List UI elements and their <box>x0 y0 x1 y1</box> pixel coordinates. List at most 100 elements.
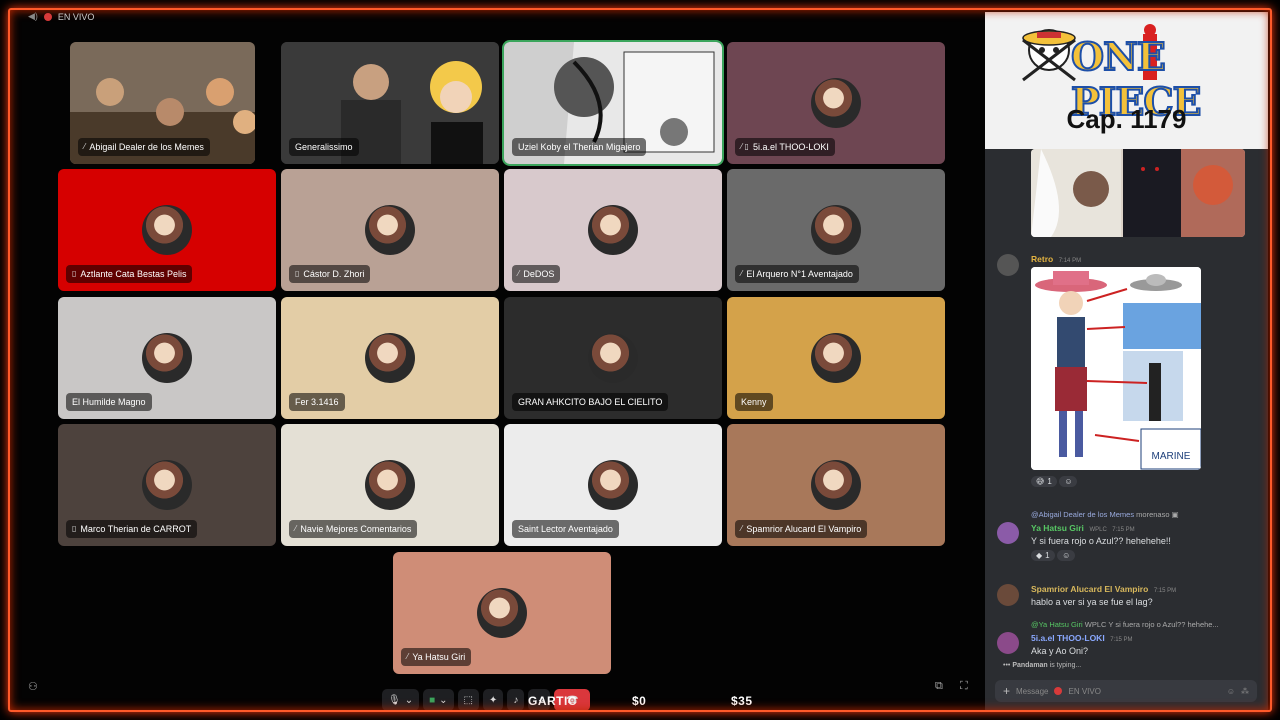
avatar[interactable] <box>997 632 1019 654</box>
message-text: hablo a ver si ya se fue el lag? <box>1031 597 1153 607</box>
popout-icon[interactable]: ⧉ <box>935 680 943 693</box>
add-reaction-button[interactable]: ☺ <box>1057 550 1076 561</box>
microphone-icon: 🎙 <box>388 694 401 706</box>
participant-tile[interactable]: Fer 3.1416 <box>281 297 499 419</box>
muted-icon: ⁄ <box>407 652 409 661</box>
muted-icon: ⁄ <box>84 142 86 151</box>
reaction-pill[interactable]: ◆ 1 <box>1031 550 1055 561</box>
reply-text: morenaso <box>1136 510 1170 519</box>
attached-image[interactable]: MARINE <box>1031 267 1201 470</box>
avatar[interactable] <box>997 254 1019 276</box>
avatar[interactable] <box>997 522 1019 544</box>
ticker-amount-2: $35 <box>731 694 753 708</box>
participant-avatar <box>588 205 638 255</box>
participant-name: Saint Lector Aventajado <box>518 524 613 534</box>
participant-name-tag: ▯ Cástor D. Zhori <box>289 265 371 283</box>
participant-name-tag: GRAN AHKCITO BAJO EL CIELITO <box>512 393 669 411</box>
add-reaction-button[interactable]: ☺ <box>1059 476 1078 487</box>
message-text: Aka y Ao Oni? <box>1031 646 1089 656</box>
muted-icon: ⁄ <box>741 524 743 533</box>
live-dot-icon <box>43 12 52 21</box>
message-author[interactable]: Spamrior Alucard El Vampiro <box>1031 584 1148 594</box>
participant-tile[interactable]: ▯ Marco Therian de CARROT <box>58 424 276 546</box>
manga-image[interactable] <box>1031 149 1245 237</box>
reply-mention: @Ya Hatsu Giri <box>1031 620 1083 629</box>
live-label: EN VIVO <box>57 11 95 22</box>
participant-tile[interactable]: ⁄ ▯ 5i.a.el THOO-LOKI <box>727 42 945 164</box>
emoji-picker-icon[interactable]: ☺ <box>1227 687 1235 696</box>
call-stage: ⁄ Abigail Dealer de los Memes Generalissim… <box>10 12 985 711</box>
participant-tile[interactable]: Saint Lector Aventajado <box>504 424 722 546</box>
participant-tile[interactable]: ⁄ Navie Mejores Comentarios <box>281 424 499 546</box>
camera-button[interactable]: ■ ⌄ <box>423 689 454 711</box>
avatar[interactable] <box>997 584 1019 606</box>
typing-user: Pandaman <box>1012 662 1048 669</box>
activities-button[interactable]: ✦ <box>482 689 504 711</box>
participant-name: Spamrior Alucard El Vampiro <box>746 524 862 534</box>
live-indicator: ◀) EN VIVO <box>28 11 94 22</box>
reaction-count: 1 <box>1047 477 1052 486</box>
soundboard-button[interactable]: ♪ <box>507 689 525 711</box>
message-input[interactable]: + Message EN VIVO ☺ ⁂ <box>995 680 1257 702</box>
participant-name-tag: ⁄ Spamrior Alucard El Vampiro <box>735 520 868 538</box>
participant-avatar <box>142 460 192 510</box>
ticker-game: GARTIC <box>528 694 577 708</box>
reply-preview[interactable]: @Abigail Dealer de los Memes morenaso ▣ <box>1031 510 1179 519</box>
muted-icon: ⁄ <box>741 269 743 278</box>
participant-tile[interactable]: El Humilde Magno <box>58 297 276 419</box>
participant-tile[interactable]: ▯ Cástor D. Zhori <box>281 169 499 291</box>
ticker-amount-1: $0 <box>632 694 647 708</box>
phone-icon: ▯ <box>72 269 77 278</box>
message-author[interactable]: Ya Hatsu Giri <box>1031 523 1084 533</box>
reaction-count: 1 <box>1045 551 1050 560</box>
participant-tile[interactable]: GRAN AHKCITO BAJO EL CIELITO <box>504 297 722 419</box>
participant-tile[interactable]: ⁄ Abigail Dealer de los Memes <box>70 42 255 164</box>
participant-tile[interactable]: ▯ Aztlante Cata Bestas Pelis <box>58 169 276 291</box>
emoji-icon: ◆ <box>1036 551 1043 560</box>
participant-tile[interactable]: ⁄ Ya Hatsu Giri <box>393 552 611 674</box>
microphone-button[interactable]: 🎙 ⌄ <box>382 689 420 711</box>
reply-preview[interactable]: @Ya Hatsu Giri WPLC Y si fuera rojo o Az… <box>1031 620 1219 629</box>
participant-tile[interactable]: Uziel Koby el Therian Migajero <box>502 40 724 166</box>
camera-icon: ■ <box>429 694 436 706</box>
message-placeholder: Message <box>1016 686 1049 696</box>
reply-text: Y si fuera rojo o Azul?? hehehe... <box>1108 620 1219 629</box>
participant-tile[interactable]: Generalissimo <box>281 42 499 164</box>
participant-name: Abigail Dealer de los Memes <box>89 142 204 152</box>
chevron-down-icon[interactable]: ⌄ <box>439 695 447 706</box>
participant-name: Aztlante Cata Bestas Pelis <box>80 269 187 279</box>
participant-name-tag: Generalissimo <box>289 138 359 156</box>
participant-avatar <box>365 460 415 510</box>
participant-name-tag: ⁄ DeDOS <box>512 265 561 283</box>
message-author[interactable]: Retro <box>1031 254 1053 264</box>
participant-name-tag: ⁄ Navie Mejores Comentarios <box>289 520 418 538</box>
chapter-label: Cap. 1179 <box>1066 104 1187 134</box>
participant-name-tag: ▯ Aztlante Cata Bestas Pelis <box>66 265 193 283</box>
participant-avatar <box>477 588 527 638</box>
reply-tag: WPLC <box>1084 620 1107 629</box>
participant-avatar <box>588 333 638 383</box>
reaction-pill[interactable]: 😅 1 <box>1031 476 1057 487</box>
chevron-down-icon[interactable]: ⌄ <box>405 695 413 706</box>
image-icon: ▣ <box>1171 510 1179 519</box>
participant-name-tag: ⁄ Abigail Dealer de los Memes <box>78 138 210 156</box>
participant-name: Generalissimo <box>295 142 353 152</box>
participant-name: GRAN AHKCITO BAJO EL CIELITO <box>518 397 663 407</box>
message-time: 7:14 PM <box>1058 258 1082 264</box>
phone-icon: ▯ <box>72 524 77 533</box>
share-screen-button[interactable]: ⬚ <box>457 689 479 711</box>
one-piece-overlay: ONE PIECE Cap. 1179 <box>985 12 1268 149</box>
role-tag: WPLC <box>1089 527 1107 533</box>
add-attachment-icon[interactable]: + <box>1003 684 1010 698</box>
participant-tile[interactable]: ⁄ DeDOS <box>504 169 722 291</box>
speaker-icon: ◀) <box>28 11 38 21</box>
apps-icon[interactable]: ⁂ <box>1241 687 1249 696</box>
participant-tile[interactable]: Kenny <box>727 297 945 419</box>
add-user-icon[interactable]: ⚇ <box>28 680 38 693</box>
message-author[interactable]: 5i.a.el THOO-LOKI <box>1031 633 1105 643</box>
input-live-label: EN VIVO <box>1068 686 1101 696</box>
add-reaction-icon: ☺ <box>1062 551 1071 560</box>
participant-tile[interactable]: ⁄ Spamrior Alucard El Vampiro <box>727 424 945 546</box>
participant-tile[interactable]: ⁄ El Arquero N°1 Aventajado <box>727 169 945 291</box>
fullscreen-icon[interactable]: ⛶ <box>960 680 968 693</box>
